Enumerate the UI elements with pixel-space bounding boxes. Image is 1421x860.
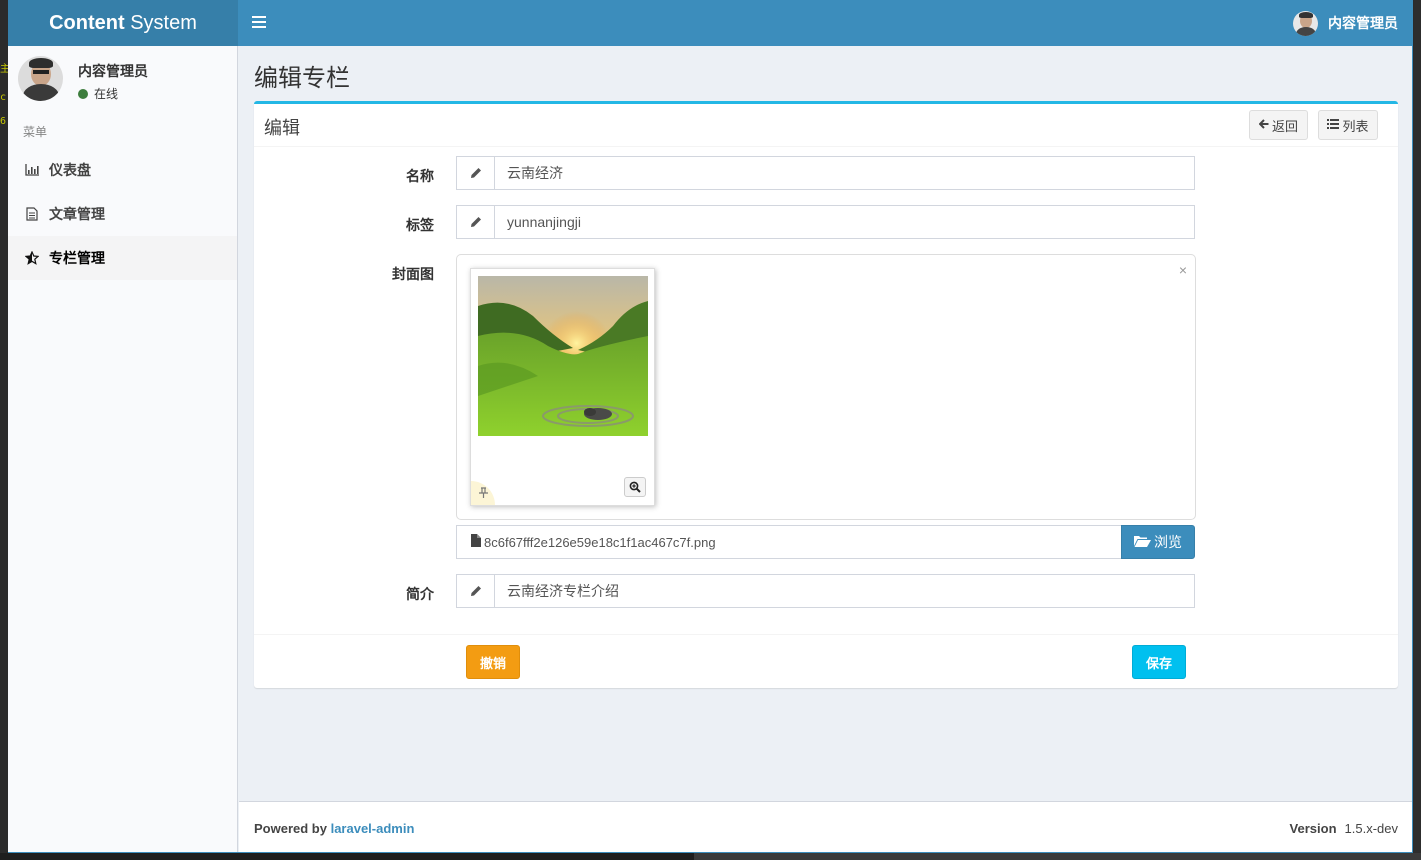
back-button[interactable]: 返回 (1249, 110, 1308, 140)
logo-rest: System (124, 12, 197, 34)
drag-handle-icon[interactable] (471, 481, 495, 505)
version-value: 1.5.x-dev (1344, 821, 1398, 836)
back-label: 返回 (1271, 118, 1298, 134)
sidebar-item-articles[interactable]: 文章管理 (8, 192, 237, 236)
box-title: 编辑 (264, 118, 300, 138)
page-footer: Powered by laravel-admin Version 1.5.x-de… (239, 801, 1412, 852)
status-text: 在线 (94, 87, 119, 101)
pencil-icon (457, 575, 495, 607)
tag-label: 标签 (406, 217, 434, 233)
name-field[interactable]: 云南经济 (456, 156, 1195, 190)
list-button[interactable]: 列表 (1318, 110, 1378, 140)
user-menu[interactable]: 内容管理员 (1293, 0, 1398, 46)
background-taskbar-edge (0, 853, 1421, 860)
pencil-icon (457, 157, 495, 189)
file-caption[interactable]: 8c6f67fff2e126e59e18c1f1ac467c7f.png (456, 525, 1122, 559)
sidebar-toggle-icon[interactable] (252, 13, 266, 31)
sidebar-item-columns[interactable]: 专栏管理 (8, 236, 237, 280)
sidebar-user-name: 内容管理员 (78, 63, 148, 79)
powered-by: Powered by laravel-admin (254, 821, 414, 836)
pencil-icon (457, 206, 495, 238)
browse-label: 浏览 (1154, 534, 1182, 550)
sidebar-item-dashboard[interactable]: 仪表盘 (8, 148, 237, 192)
tag-input[interactable]: yunnanjingji (495, 206, 1194, 238)
powered-prefix: Powered by (254, 821, 331, 836)
admin-app: Content System 内容管理员 内容管理员 在线 菜单 仪表盘 文章管… (8, 0, 1413, 853)
avatar (1293, 10, 1318, 36)
close-icon[interactable]: × (1179, 262, 1187, 278)
save-button[interactable]: 保存 (1132, 645, 1186, 679)
zoom-in-icon[interactable] (624, 477, 646, 497)
sidebar: 内容管理员 在线 菜单 仪表盘 文章管理 专栏管理 (8, 46, 238, 852)
bar-chart-icon (25, 163, 39, 177)
arrow-left-icon (1258, 118, 1269, 132)
intro-label: 简介 (406, 586, 434, 602)
list-label: 列表 (1342, 118, 1369, 134)
cover-label: 封面图 (392, 266, 434, 282)
list-icon (1327, 118, 1340, 132)
version-info: Version 1.5.x-dev (1290, 821, 1398, 836)
page-title: 编辑专栏 (254, 65, 350, 92)
top-header: Content System 内容管理员 (8, 0, 1412, 46)
reset-button[interactable]: 撤销 (466, 645, 520, 679)
name-label: 名称 (406, 168, 434, 184)
file-text-icon (25, 207, 39, 221)
background-window-edge (1414, 0, 1421, 860)
avatar (18, 56, 63, 101)
status-badge: 在线 (78, 85, 118, 102)
sidebar-item-label: 文章管理 (49, 206, 105, 222)
box-header: 编辑 返回 列表 (254, 104, 1398, 147)
intro-input[interactable]: 云南经济专栏介绍 (495, 575, 1194, 607)
browse-button[interactable]: 浏览 (1121, 525, 1195, 559)
menu-header: 菜单 (23, 125, 48, 139)
folder-open-icon (1134, 534, 1151, 550)
background-editor-strip: 主c6 (0, 0, 10, 860)
star-half-icon (25, 251, 39, 265)
image-thumbnail (470, 268, 655, 506)
form-actions: 撤销 保存 (254, 634, 1398, 688)
version-label: Version (1289, 821, 1337, 836)
sidebar-item-label: 专栏管理 (49, 250, 105, 266)
name-input[interactable]: 云南经济 (495, 157, 1194, 189)
file-preview: × (456, 254, 1196, 520)
edit-form-box: 编辑 返回 列表 名称 云南经济 标签 yunnanjingji 封面图 × 8… (254, 101, 1398, 688)
logo[interactable]: Content System (8, 0, 238, 46)
header-user-name: 内容管理员 (1328, 15, 1398, 31)
intro-field[interactable]: 云南经济专栏介绍 (456, 574, 1195, 608)
laravel-admin-link[interactable]: laravel-admin (331, 821, 415, 836)
tag-field[interactable]: yunnanjingji (456, 205, 1195, 239)
sidebar-menu: 仪表盘 文章管理 专栏管理 (8, 148, 237, 280)
file-icon (471, 534, 481, 550)
online-dot-icon (78, 88, 88, 99)
user-panel: 内容管理员 在线 (18, 56, 228, 116)
sidebar-item-label: 仪表盘 (49, 162, 91, 178)
cover-image (478, 276, 648, 436)
file-name: 8c6f67fff2e126e59e18c1f1ac467c7f.png (484, 534, 716, 550)
logo-bold: Content (49, 12, 125, 34)
